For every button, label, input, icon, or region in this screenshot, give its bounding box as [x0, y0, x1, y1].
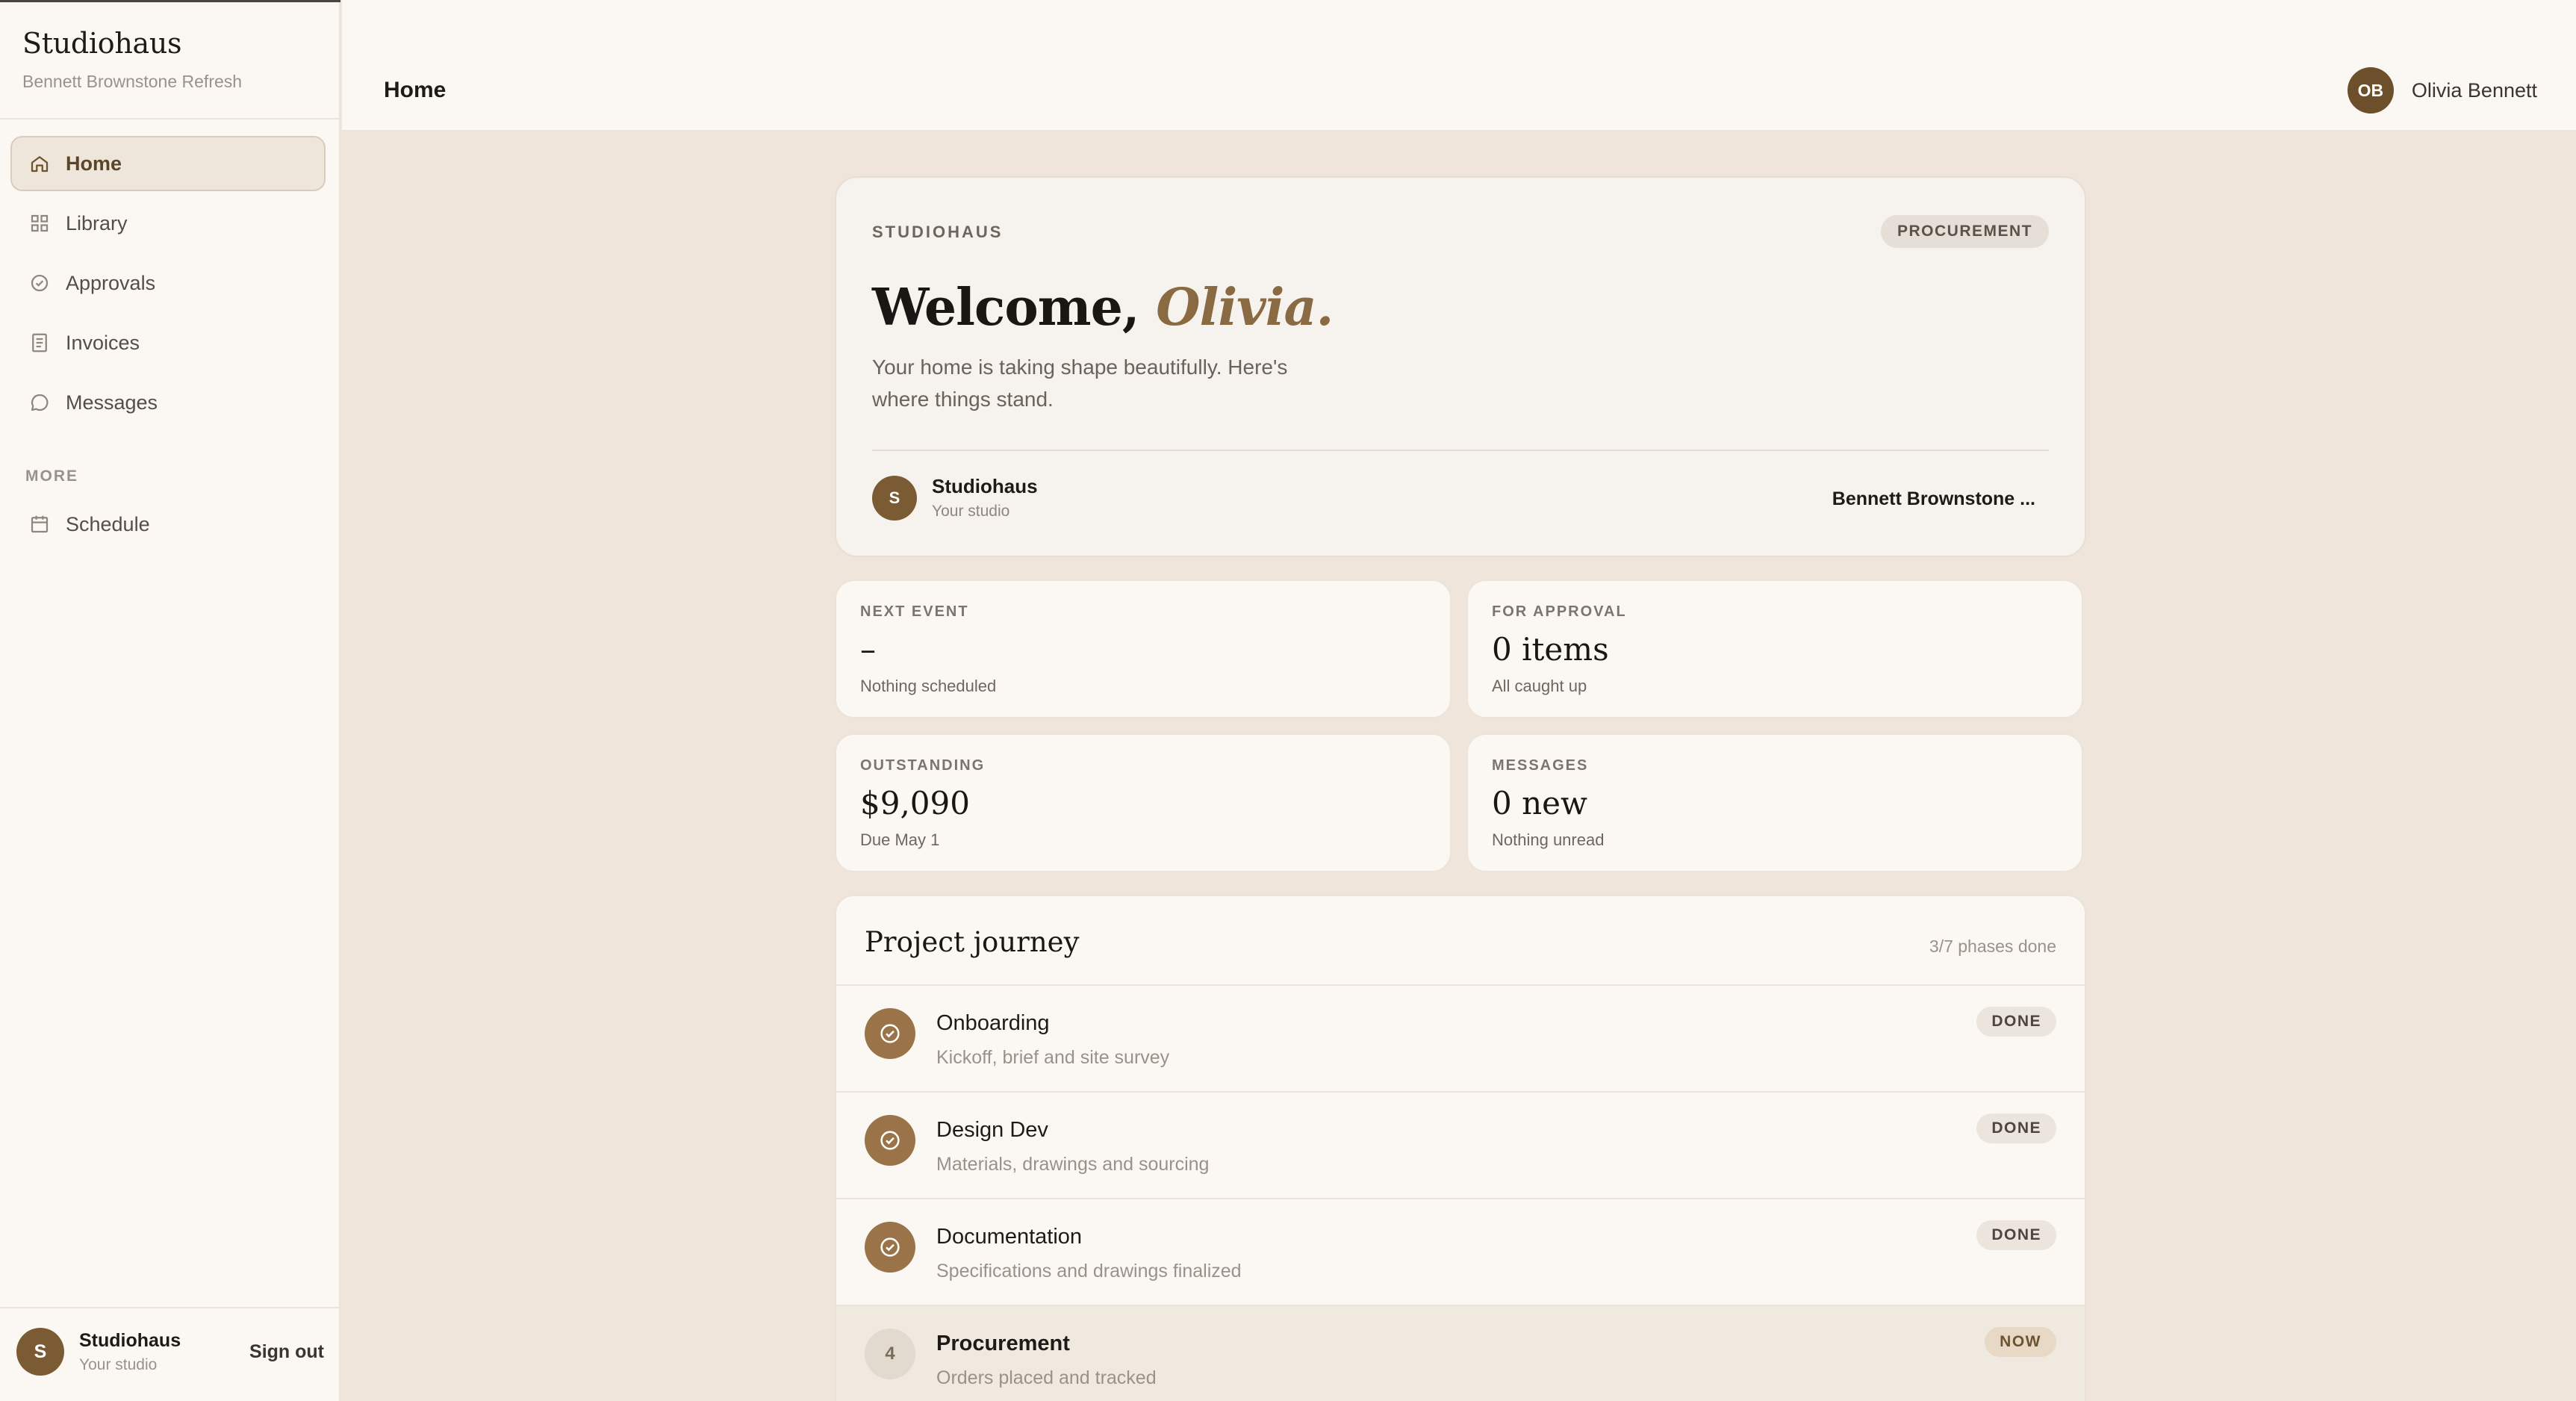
sidebar-item-label: Library [66, 211, 128, 234]
sidebar-divider [0, 118, 340, 119]
status-badge: DONE [1976, 1007, 2056, 1037]
chat-bubble-icon [28, 391, 51, 414]
stat-value: $9,090 [860, 785, 970, 821]
phase-subtitle: Kickoff, brief and site survey [936, 1047, 1170, 1068]
account-info: Studiohaus Your studio [79, 1330, 181, 1374]
stat-card-messages[interactable]: MESSAGES 0 new Nothing unread [1466, 733, 2083, 872]
check-circle-icon [28, 272, 51, 294]
sidebar-top-rule [0, 0, 340, 2]
calendar-icon [28, 513, 51, 535]
status-badge: DONE [1976, 1113, 2056, 1143]
sign-out-button[interactable]: Sign out [249, 1341, 324, 1363]
stat-card-next-event[interactable]: NEXT EVENT – Nothing scheduled [835, 580, 1452, 718]
home-icon [28, 152, 51, 175]
phase-title: Onboarding [936, 1011, 1050, 1035]
sidebar-footer-divider [0, 1307, 340, 1308]
stats-grid: NEXT EVENT – Nothing scheduled FOR APPRO… [835, 580, 2086, 872]
welcome-divider [872, 450, 2049, 451]
check-circle-icon [865, 1008, 915, 1059]
phase-subtitle: Orders placed and tracked [936, 1367, 1157, 1388]
stat-label: MESSAGES [1492, 757, 1589, 774]
account-subtitle: Your studio [79, 1355, 158, 1373]
stat-card-for-approval[interactable]: FOR APPROVAL 0 items All caught up [1466, 580, 2083, 718]
project-subtitle: Bennett Brownstone Refresh [22, 72, 243, 91]
studio-subtitle: Your studio [932, 503, 1010, 520]
phase-subtitle: Materials, drawings and sourcing [936, 1154, 1210, 1175]
grid-icon [28, 212, 51, 234]
sidebar-item-label: Messages [66, 391, 158, 414]
studio-avatar: S [872, 475, 917, 521]
welcome-name: Olivia. [1156, 278, 1334, 338]
journey-title: Project journey [865, 926, 1080, 958]
welcome-body: Your home is taking shape beautifully. H… [872, 355, 1288, 411]
welcome-title: Welcome, Olivia. [872, 278, 1334, 338]
sidebar: Studiohaus Bennett Brownstone Refresh Ho… [0, 0, 340, 1401]
journey-phase-design-dev[interactable]: Design Dev Materials, drawings and sourc… [836, 1093, 2085, 1199]
sidebar-footer: S Studiohaus Your studio Sign out [16, 1328, 324, 1376]
sidebar-item-label: Approvals [66, 271, 156, 294]
check-circle-icon [865, 1222, 915, 1273]
stat-subtitle: Nothing scheduled [860, 677, 997, 695]
journey-phase-procurement[interactable]: 4 Procurement Orders placed and tracked … [836, 1306, 2085, 1401]
sidebar-item-messages[interactable]: Messages [10, 375, 326, 430]
more-section-label: MORE [25, 467, 78, 485]
sidebar-item-label: Home [66, 152, 122, 175]
stat-value: – [860, 631, 876, 668]
brand: Studiohaus Bennett Brownstone Refresh [22, 27, 242, 92]
main-content: STUDIOHAUS PROCUREMENT Welcome, Olivia. … [835, 176, 2086, 1401]
stat-subtitle: Due May 1 [860, 830, 940, 849]
avatar: S [16, 1328, 64, 1376]
sidebar-more-nav: Schedule [10, 497, 326, 556]
sidebar-item-home[interactable]: Home [10, 136, 326, 191]
project-name: Bennett Brownstone ... [1832, 488, 2035, 509]
top-bar: Home OB Olivia Bennett [342, 0, 2576, 131]
phase-subtitle: Specifications and drawings finalized [936, 1261, 1242, 1282]
stat-label: OUTSTANDING [860, 757, 986, 774]
journey-phase-documentation[interactable]: Documentation Specifications and drawing… [836, 1199, 2085, 1306]
page-title: Home [384, 78, 447, 102]
stat-subtitle: Nothing unread [1492, 830, 1605, 849]
phase-number: 4 [865, 1329, 915, 1379]
studio-name: Studiohaus [932, 475, 1038, 497]
phase-title: Design Dev [936, 1118, 1048, 1142]
document-icon [28, 332, 51, 354]
journey-header: Project journey 3/7 phases done [836, 896, 2085, 986]
journey-phase-onboarding[interactable]: Onboarding Kickoff, brief and site surve… [836, 986, 2085, 1093]
check-circle-icon [865, 1115, 915, 1166]
welcome-greeting: Welcome, [872, 278, 1140, 338]
sidebar-item-approvals[interactable]: Approvals [10, 255, 326, 311]
studio-info: S Studiohaus Your studio [872, 475, 1038, 521]
sidebar-item-library[interactable]: Library [10, 196, 326, 251]
stat-subtitle: All caught up [1492, 677, 1587, 695]
account-name: Studiohaus [79, 1329, 181, 1351]
studio-text: Studiohaus Your studio [932, 475, 1038, 521]
stat-label: FOR APPROVAL [1492, 603, 1627, 620]
brand-name: Studiohaus [22, 27, 182, 60]
user-avatar: OB [2347, 67, 2394, 114]
sidebar-item-invoices[interactable]: Invoices [10, 315, 326, 370]
sidebar-nav: Home Library Approvals Invoices Messages [10, 136, 326, 435]
sidebar-item-label: Schedule [66, 512, 150, 535]
project-journey-card: Project journey 3/7 phases done Onboardi… [835, 895, 2086, 1401]
stat-label: NEXT EVENT [860, 603, 969, 620]
phase-title: Procurement [936, 1332, 1070, 1355]
phase-title: Documentation [936, 1225, 1083, 1249]
user-name: Olivia Bennett [2411, 78, 2537, 102]
sidebar-item-schedule[interactable]: Schedule [10, 497, 326, 552]
journey-progress: 3/7 phases done [1929, 936, 2056, 956]
status-badge: DONE [1976, 1220, 2056, 1250]
stat-value: 0 items [1492, 631, 1609, 668]
welcome-card: STUDIOHAUS PROCUREMENT Welcome, Olivia. … [835, 176, 2086, 557]
status-badge: NOW [1985, 1327, 2056, 1357]
stat-value: 0 new [1492, 785, 1587, 821]
user-menu[interactable]: OB Olivia Bennett [2347, 67, 2537, 114]
phase-chip: PROCUREMENT [1880, 215, 2049, 248]
stat-card-outstanding[interactable]: OUTSTANDING $9,090 Due May 1 [835, 733, 1452, 872]
welcome-eyebrow: STUDIOHAUS [872, 223, 1004, 241]
sidebar-item-label: Invoices [66, 331, 140, 354]
